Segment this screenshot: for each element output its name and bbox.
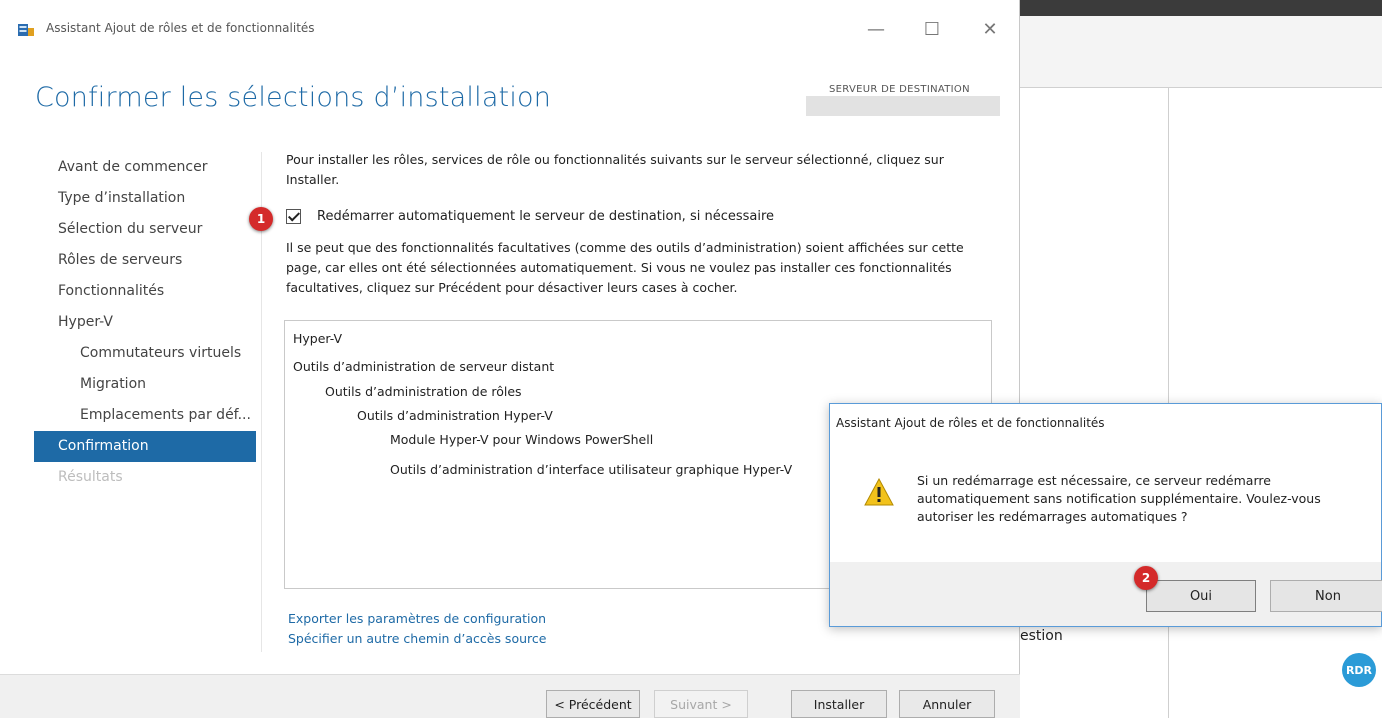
nav-item-hyper-v[interactable]: Hyper-V [34, 307, 256, 338]
destination-server-value [806, 96, 1000, 116]
page-title: Confirmer les sélections d’installation [35, 82, 552, 113]
list-item: Module Hyper-V pour Windows PowerShell [390, 432, 654, 447]
nav-item-results: Résultats [58, 469, 123, 485]
title-bar: Assistant Ajout de rôles et de fonctionn… [0, 0, 1020, 58]
restart-checkbox[interactable] [286, 209, 301, 224]
install-button[interactable]: Installer [791, 690, 887, 718]
next-button: Suivant > [654, 690, 748, 718]
alternate-source-link[interactable]: Spécifier un autre chemin d’accès source [288, 631, 546, 646]
step-marker-1: 1 [249, 207, 273, 231]
list-item: Outils d’administration de rôles [325, 384, 522, 399]
list-item: Outils d’administration Hyper-V [357, 408, 553, 423]
nav-item-server-roles[interactable]: Rôles de serveurs [34, 245, 256, 276]
nav-item-installation-type[interactable]: Type d’installation [34, 183, 256, 214]
intro-text: Pour installer les rôles, services de rô… [286, 152, 944, 187]
export-settings-link[interactable]: Exporter les paramètres de configuration [288, 611, 546, 626]
restart-option[interactable]: Redémarrer automatiquement le serveur de… [286, 209, 774, 224]
background-partial-text: estion [1020, 628, 1063, 644]
list-item: Outils d’administration de serveur dista… [293, 359, 555, 374]
cancel-button[interactable]: Annuler [899, 690, 995, 718]
maximize-icon[interactable]: ☐ [912, 14, 952, 44]
optional-features-note: Il se peut que des fonctionnalités facul… [286, 240, 964, 295]
step-marker-2: 2 [1134, 566, 1158, 590]
list-item: Outils d’administration d’interface util… [390, 462, 793, 477]
close-icon[interactable]: ✕ [970, 14, 1010, 44]
previous-button[interactable]: < Précédent [546, 690, 640, 718]
nav-item-before-you-begin[interactable]: Avant de commencer [34, 152, 256, 183]
dialog-title: Assistant Ajout de rôles et de fonctionn… [836, 416, 1105, 430]
no-button[interactable]: Non [1270, 580, 1382, 612]
window-title: Assistant Ajout de rôles et de fonctionn… [46, 21, 315, 35]
nav-item-confirmation[interactable]: Confirmation [34, 431, 256, 462]
list-item: Hyper-V [293, 331, 343, 346]
restart-checkbox-label[interactable]: Redémarrer automatiquement le serveur de… [317, 209, 774, 224]
destination-server-label: SERVEUR DE DESTINATION [829, 84, 970, 95]
restart-confirmation-dialog: Assistant Ajout de rôles et de fonctionn… [829, 403, 1382, 627]
warning-icon [864, 478, 894, 506]
wizard-steps-nav: Avant de commencer Type d’installation S… [34, 152, 256, 493]
server-manager-icon [18, 24, 34, 36]
dialog-message: Si un redémarrage est nécessaire, ce ser… [917, 473, 1321, 524]
nav-item-default-stores[interactable]: Emplacements par déf... [34, 400, 256, 431]
yes-button[interactable]: Oui [1146, 580, 1256, 612]
minimize-icon[interactable]: — [856, 14, 896, 44]
nav-item-features[interactable]: Fonctionnalités [34, 276, 256, 307]
nav-item-migration[interactable]: Migration [34, 369, 256, 400]
rdr-logo-icon: RDR [1342, 653, 1376, 687]
nav-item-server-selection[interactable]: Sélection du serveur [34, 214, 256, 245]
nav-item-virtual-switches[interactable]: Commutateurs virtuels [34, 338, 256, 369]
background-topbar [1020, 0, 1382, 16]
background-ribbon [1020, 16, 1382, 88]
